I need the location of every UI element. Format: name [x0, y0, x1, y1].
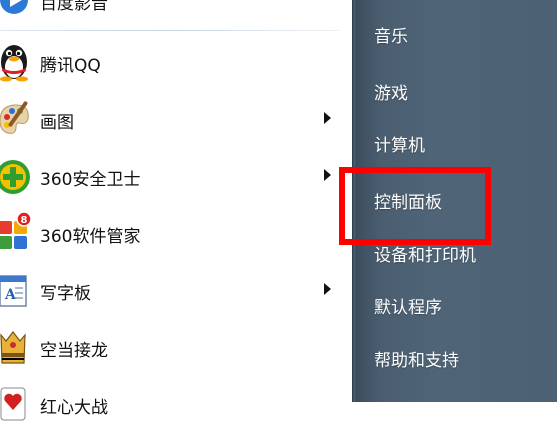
program-item-baidu-player[interactable]: 百度影音 [0, 0, 345, 27]
submenu-arrow-icon [324, 169, 331, 181]
program-item-hearts[interactable]: 红心大战 [0, 375, 345, 431]
system-link-devices-printers[interactable]: 设备和打印机 [374, 241, 476, 266]
hearts-icon [0, 387, 26, 421]
freecell-icon [0, 331, 26, 364]
program-item-360-software-manager[interactable]: 8 360软件管家 [0, 204, 345, 260]
svg-text:A: A [4, 287, 17, 303]
system-link-control-panel[interactable]: 控制面板 [374, 188, 442, 213]
program-item-wordpad[interactable]: A 写字板 [0, 261, 345, 317]
program-item-360-guard[interactable]: 360安全卫士 [0, 147, 345, 203]
program-label: 360软件管家 [40, 227, 141, 247]
submenu-arrow-icon [324, 112, 331, 124]
system-link-help-support[interactable]: 帮助和支持 [374, 346, 459, 371]
program-item-freecell[interactable]: 空当接龙 [0, 318, 345, 374]
baidu-player-icon [0, 0, 28, 14]
program-item-qq[interactable]: 腾讯QQ [0, 33, 345, 89]
programs-pane: 百度影音 腾讯QQ 画图 360安全卫士 8 360软件管家 A 写字板 空当接… [0, 0, 352, 421]
qq-penguin-icon [0, 45, 28, 82]
notification-badge: 8 [21, 215, 28, 226]
wordpad-icon: A [0, 275, 27, 307]
paint-palette-icon [0, 101, 29, 134]
system-link-games[interactable]: 游戏 [374, 79, 408, 104]
system-link-default-programs[interactable]: 默认程序 [374, 293, 442, 318]
program-label: 百度影音 [40, 0, 108, 14]
system-link-computer[interactable]: 计算机 [374, 131, 425, 156]
program-label: 红心大战 [40, 398, 108, 418]
system-link-music[interactable]: 音乐 [374, 22, 408, 47]
360-guard-icon [0, 160, 30, 194]
submenu-arrow-icon [324, 283, 331, 295]
program-item-paint[interactable]: 画图 [0, 90, 345, 146]
separator [0, 30, 340, 31]
program-label: 空当接龙 [40, 341, 108, 361]
360-software-manager-icon: 8 [0, 211, 32, 249]
program-label: 画图 [40, 113, 74, 133]
program-label: 腾讯QQ [40, 56, 101, 76]
program-label: 360安全卫士 [40, 170, 141, 190]
program-label: 写字板 [40, 284, 91, 304]
